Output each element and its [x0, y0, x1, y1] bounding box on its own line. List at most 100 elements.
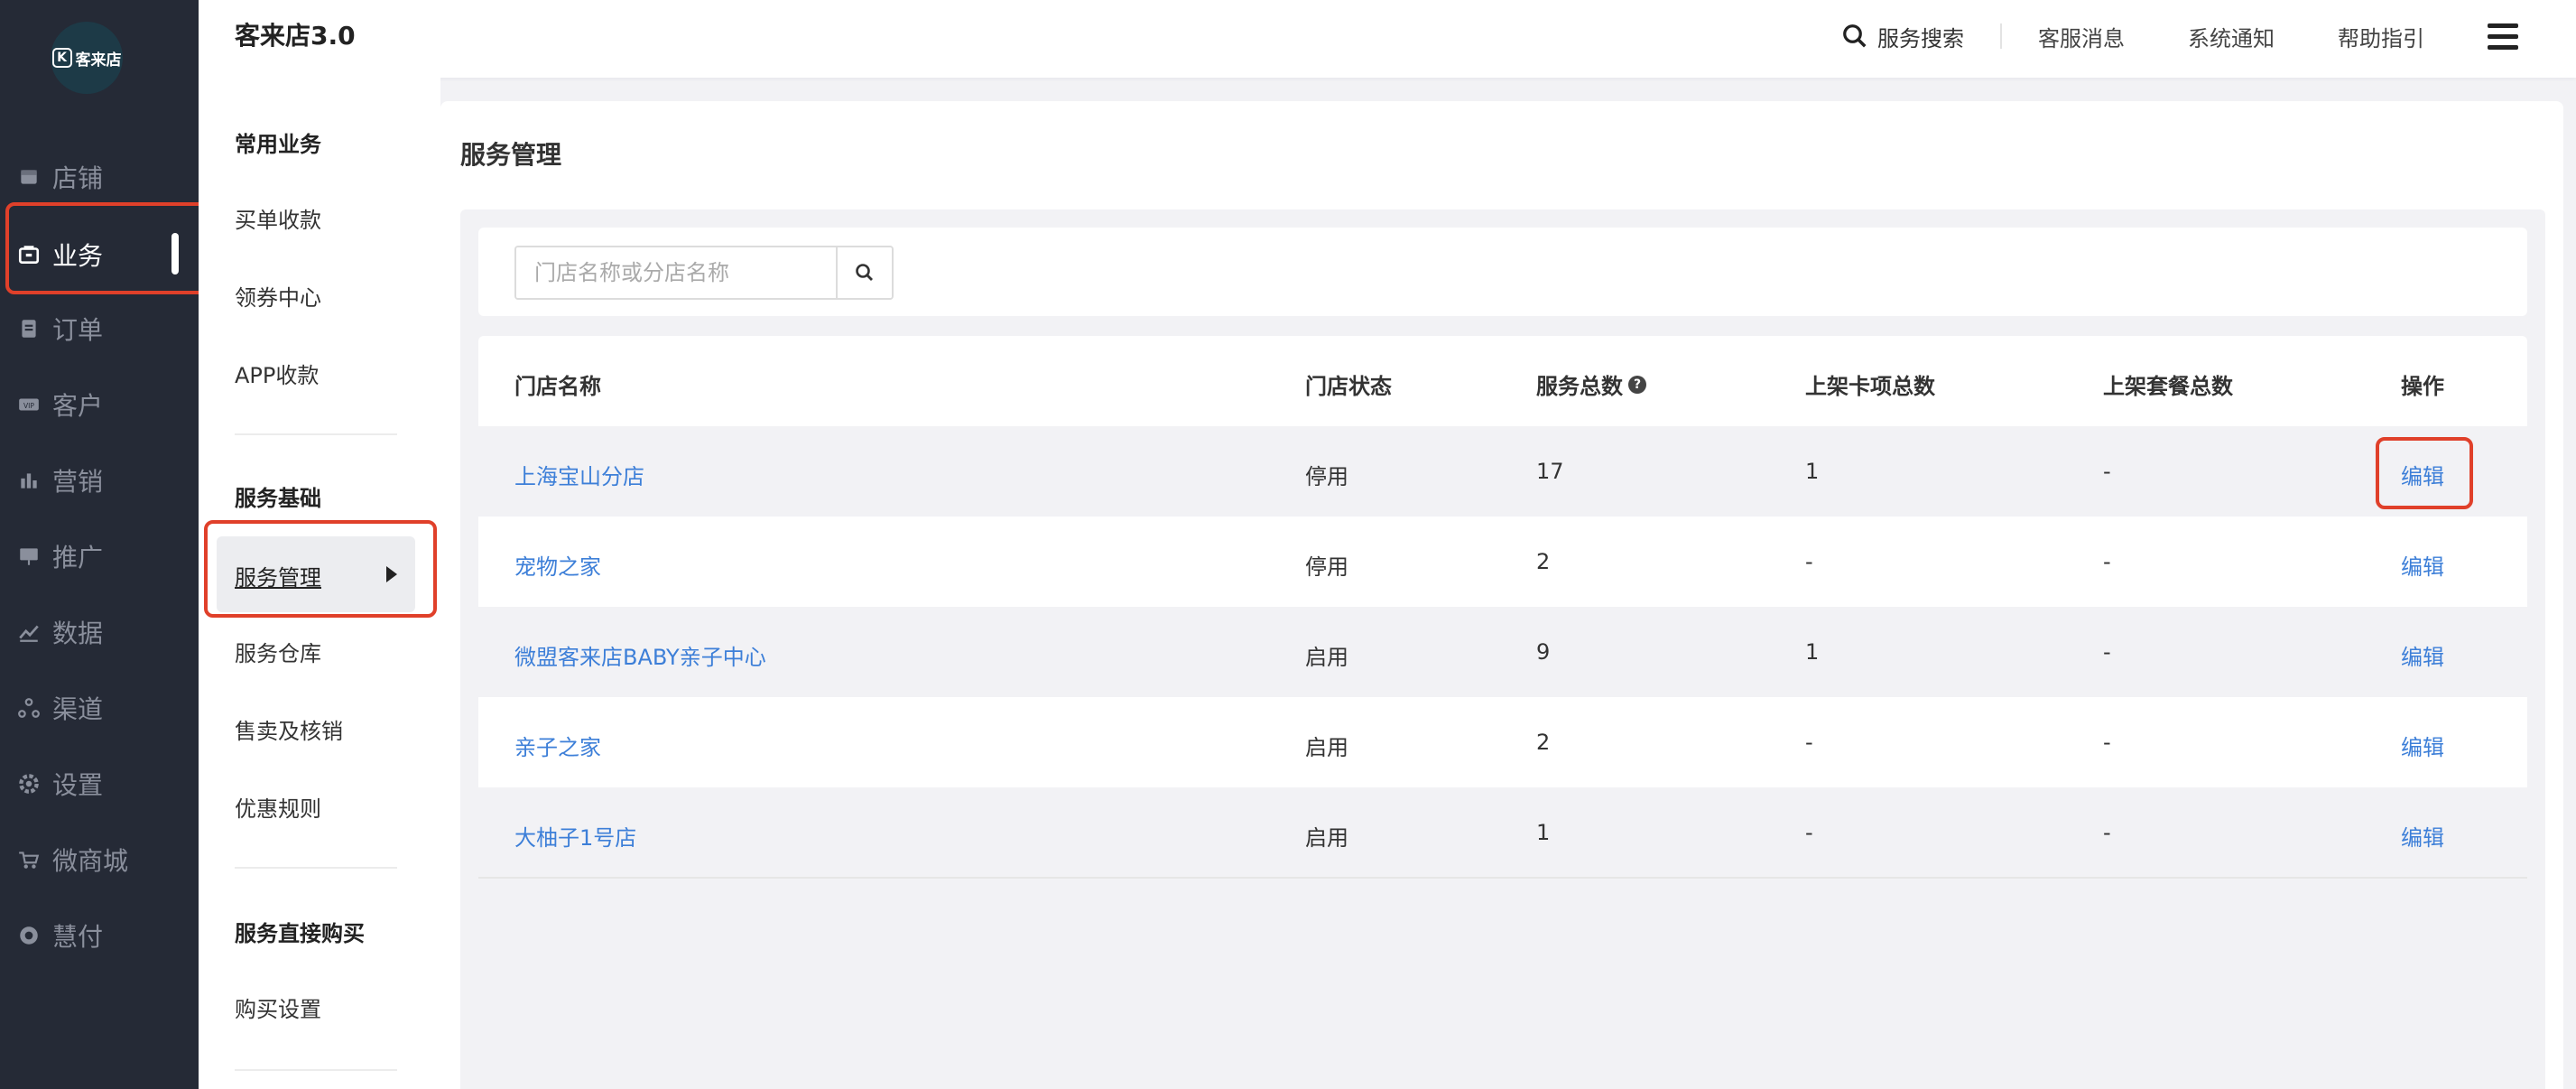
subnav-item-discount-rules[interactable]: 优惠规则	[235, 791, 321, 823]
pay-icon	[16, 923, 42, 948]
help-guide-link[interactable]: 帮助指引	[2338, 21, 2424, 52]
table-bottom-border	[478, 877, 2527, 879]
system-notifications-link[interactable]: 系统通知	[2188, 21, 2275, 52]
sidebar-item-promotion[interactable]: 推广	[0, 529, 199, 583]
store-status: 停用	[1305, 464, 1348, 489]
store-name-link[interactable]: 大柚子1号店	[514, 820, 636, 852]
help-icon[interactable]: ?	[1628, 375, 1646, 394]
subnav-item-coupon-center[interactable]: 领券中心	[235, 280, 321, 312]
service-count: 2	[1536, 730, 1551, 755]
sidebar-item-label: 数据	[52, 619, 104, 648]
sidebar-item-business[interactable]: 业务	[0, 228, 199, 282]
header-divider	[2000, 23, 2002, 49]
column-header-card-count: 上架卡项总数	[1805, 374, 1935, 399]
store-status: 停用	[1305, 554, 1348, 580]
subnav-item-service-management[interactable]: 服务管理	[217, 536, 415, 612]
subnav-item-label: 服务管理	[235, 565, 321, 591]
edit-link[interactable]: 编辑	[2401, 820, 2444, 852]
column-header-service-count: 服务总数 ?	[1536, 368, 1646, 400]
search-card	[478, 228, 2527, 316]
sidebar-item-label: 推广	[52, 543, 104, 572]
sidebar-item-settings[interactable]: 设置	[0, 757, 199, 811]
column-header-package-count: 上架套餐总数	[2103, 374, 2233, 399]
secondary-sidebar: 常用业务 买单收款 领券中心 APP收款 服务基础 服务管理 服务仓库 售卖及核…	[199, 78, 440, 1089]
vip-icon: VIP	[16, 392, 42, 417]
subnav-divider	[235, 867, 397, 869]
sidebar-item-mall[interactable]: 微商城	[0, 833, 199, 887]
store-table: 门店名称 门店状态 服务总数 ? 上架卡项总数 上架套餐总数 操作 上海宝山分店…	[478, 336, 2527, 879]
package-count: -	[2103, 730, 2111, 755]
sidebar-item-channels[interactable]: 渠道	[0, 681, 199, 735]
main-sidebar: K 客来店 店铺 业务 订单 VIP 客户 营销 推广 数据 渠道 设置 微商城…	[0, 0, 199, 1089]
card-count: -	[1805, 730, 1813, 755]
cart-icon	[16, 847, 42, 872]
service-count: 1	[1536, 820, 1551, 845]
card-count: -	[1805, 549, 1813, 574]
logo-text: 客来店	[75, 51, 122, 70]
sidebar-item-pay[interactable]: 慧付	[0, 908, 199, 963]
subnav-item-app-payment[interactable]: APP收款	[235, 358, 319, 389]
service-count: 2	[1536, 549, 1551, 574]
card-count: 1	[1805, 459, 1820, 484]
service-search-button[interactable]: 服务搜索	[1841, 21, 1964, 52]
subnav-item-sales-verify[interactable]: 售卖及核销	[235, 713, 343, 745]
card-count: 1	[1805, 639, 1820, 665]
package-count: -	[2103, 639, 2111, 665]
app-logo[interactable]: K 客来店	[51, 22, 123, 94]
subnav-group-direct-purchase: 服务直接购买	[235, 921, 365, 946]
line-chart-icon	[16, 619, 42, 645]
subnav-item-service-warehouse[interactable]: 服务仓库	[235, 636, 321, 667]
edit-link[interactable]: 编辑	[2401, 549, 2444, 581]
sidebar-item-marketing[interactable]: 营销	[0, 453, 199, 507]
bar-chart-icon	[16, 468, 42, 493]
billboard-icon	[16, 544, 42, 569]
store-name-link[interactable]: 微盟客来店BABY亲子中心	[514, 639, 766, 671]
store-status: 启用	[1305, 825, 1348, 851]
table-row: 上海宝山分店 停用 17 1 - 编辑	[478, 426, 2527, 517]
service-count: 9	[1536, 639, 1551, 665]
subnav-item-checkout[interactable]: 买单收款	[235, 202, 321, 234]
store-name-link[interactable]: 亲子之家	[514, 730, 601, 761]
column-header-actions: 操作	[2401, 374, 2444, 399]
sidebar-item-label: 设置	[52, 770, 104, 800]
top-header: 客来店3.0 服务搜索 客服消息 系统通知 帮助指引	[199, 0, 2576, 78]
briefcase-icon	[16, 242, 42, 267]
table-row: 大柚子1号店 启用 1 - - 编辑	[478, 787, 2527, 878]
service-search-label: 服务搜索	[1877, 25, 1964, 51]
store-status: 启用	[1305, 645, 1348, 670]
edit-link[interactable]: 编辑	[2401, 639, 2444, 671]
sidebar-item-data[interactable]: 数据	[0, 605, 199, 659]
subnav-group-common: 常用业务	[235, 132, 321, 157]
column-header-store-name: 门店名称	[514, 374, 601, 399]
edit-link[interactable]: 编辑	[2401, 459, 2444, 490]
sidebar-item-label: 营销	[52, 467, 104, 497]
edit-link[interactable]: 编辑	[2401, 730, 2444, 761]
store-status: 启用	[1305, 735, 1348, 760]
store-search-button[interactable]	[836, 247, 892, 298]
sidebar-item-store[interactable]: 店铺	[0, 150, 199, 204]
store-name-link[interactable]: 宠物之家	[514, 549, 601, 581]
customer-messages-link[interactable]: 客服消息	[2038, 21, 2125, 52]
caret-right-icon	[386, 566, 397, 582]
sidebar-item-label: 渠道	[52, 694, 104, 724]
app-title: 客来店3.0	[235, 21, 356, 51]
main-panel: 服务管理 门店名称 门店状态 服务总数 ? 上架卡项总数 上架套餐总数 操作	[440, 101, 2563, 1089]
svg-text:VIP: VIP	[23, 402, 34, 410]
package-count: -	[2103, 820, 2111, 845]
sidebar-item-orders[interactable]: 订单	[0, 302, 199, 356]
table-row: 微盟客来店BABY亲子中心 启用 9 1 - 编辑	[478, 607, 2527, 697]
hamburger-menu-icon[interactable]	[2488, 23, 2518, 50]
subnav-group-service-basics: 服务基础	[235, 486, 321, 511]
logo-k-icon: K	[51, 48, 72, 68]
content-area: 门店名称 门店状态 服务总数 ? 上架卡项总数 上架套餐总数 操作 上海宝山分店…	[460, 209, 2545, 1089]
store-name-link[interactable]: 上海宝山分店	[514, 459, 644, 490]
channel-icon	[16, 695, 42, 721]
subnav-divider	[235, 1069, 397, 1071]
subnav-divider	[235, 433, 397, 435]
store-search-input[interactable]	[516, 247, 836, 298]
search-icon	[1843, 24, 1867, 48]
sidebar-item-customers[interactable]: VIP 客户	[0, 377, 199, 432]
sidebar-item-label: 慧付	[52, 922, 104, 952]
subnav-item-purchase-settings[interactable]: 购买设置	[235, 991, 321, 1023]
sidebar-item-label: 业务	[52, 241, 104, 271]
